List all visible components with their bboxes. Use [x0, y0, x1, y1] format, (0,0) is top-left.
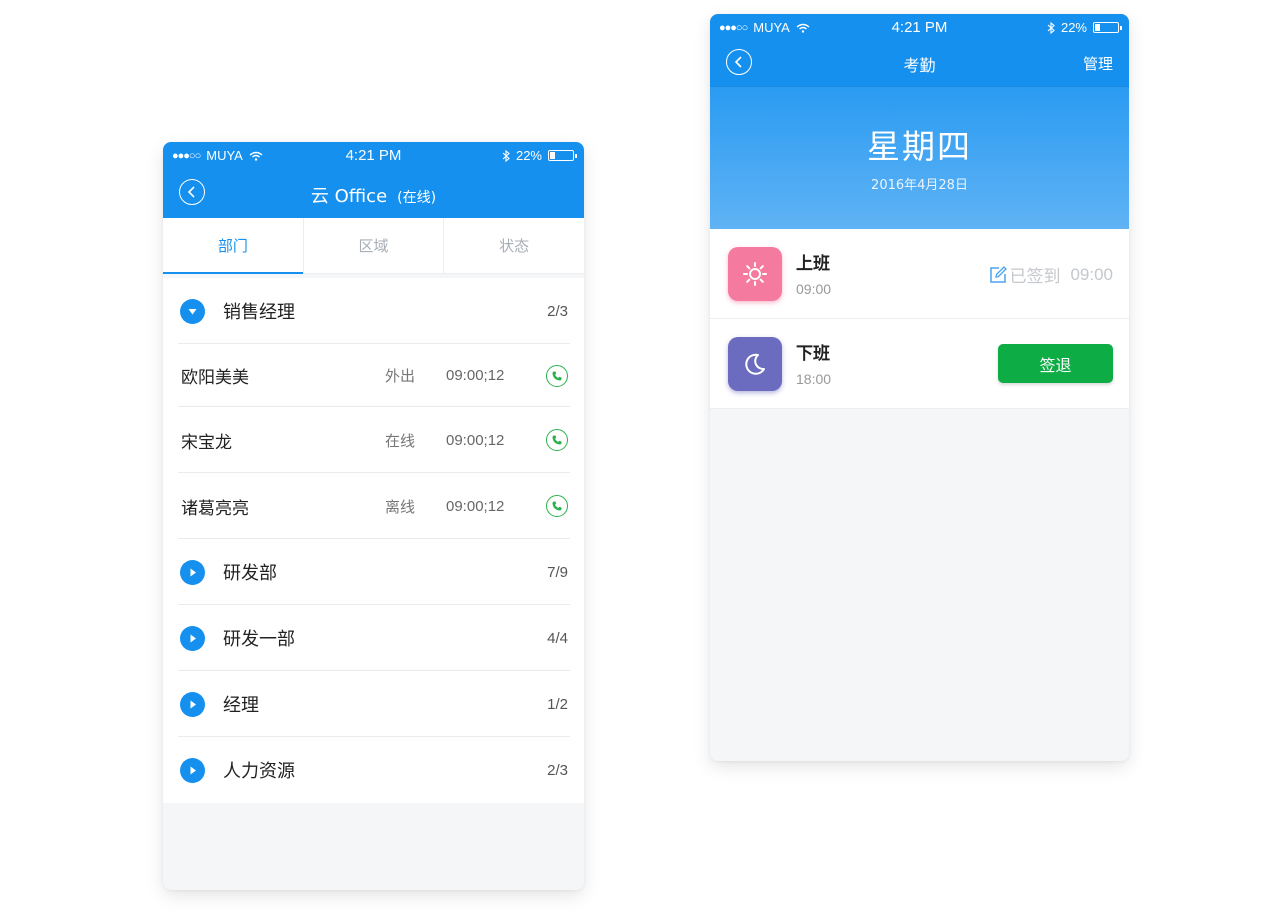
- member-name: 欧阳美美: [181, 368, 249, 388]
- title-status: (在线): [397, 190, 437, 206]
- department-name: 人力资源: [223, 761, 295, 782]
- member-row[interactable]: 宋宝龙 在线 09:00;12: [163, 407, 584, 473]
- expand-right-icon[interactable]: [180, 625, 205, 651]
- member-status: 离线: [385, 497, 416, 516]
- department-list: 销售经理 2/3 欧阳美美 外出 09:00;12 宋宝龙 在线 09:00;1…: [163, 278, 584, 803]
- edit-icon: [990, 265, 1008, 283]
- sun-icon: [728, 246, 782, 301]
- weekday-label: 星期四: [867, 127, 972, 166]
- page-title: 考勤: [903, 56, 936, 75]
- phone-icon: [552, 435, 562, 445]
- header-divider: [710, 86, 1129, 87]
- member-count: 7/9: [547, 563, 568, 581]
- expand-right-icon[interactable]: [180, 559, 205, 585]
- sign-out-button[interactable]: 签退: [998, 344, 1113, 383]
- call-button[interactable]: [546, 364, 568, 387]
- department-row[interactable]: 销售经理 2/3: [163, 278, 584, 344]
- expand-right-icon[interactable]: [180, 757, 205, 783]
- date-label: 2016年4月28日: [871, 178, 968, 193]
- battery-icon: [1093, 22, 1122, 33]
- on-duty-time: 09:00: [796, 281, 832, 297]
- member-time: 09:00;12: [446, 431, 505, 449]
- member-name: 诸葛亮亮: [181, 498, 249, 519]
- status-bar: ●●●○○ MUYA 4:21 PM 22%: [710, 14, 1129, 42]
- call-button[interactable]: [546, 429, 568, 451]
- call-button[interactable]: [546, 495, 568, 517]
- off-duty-time: 18:00: [796, 371, 832, 387]
- attendance-header: ●●●○○ MUYA 4:21 PM 22% 考勤 管理 星期四 2016年4月…: [710, 14, 1129, 229]
- attendance-list: 上班 09:00 已签到 09:00 下班 18:00 签退: [710, 229, 1129, 409]
- member-count: 2/3: [547, 302, 568, 320]
- department-name: 研发部: [223, 563, 277, 584]
- department-row[interactable]: 研发部 7/9: [163, 539, 584, 605]
- member-time: 09:00;12: [446, 497, 505, 515]
- member-name: 宋宝龙: [181, 432, 232, 453]
- off-duty-row: 下班 18:00 签退: [710, 319, 1129, 409]
- attendance-screen: ●●●○○ MUYA 4:21 PM 22% 考勤 管理 星期四 2016年4月…: [710, 14, 1129, 761]
- phone-icon: [552, 371, 562, 380]
- member-count: 1/2: [547, 695, 568, 713]
- battery-icon: [548, 150, 577, 161]
- page-title: 云 Office (在线): [163, 182, 584, 208]
- office-header: ●●●○○ MUYA 4:21 PM 22% 云 Office (在线): [163, 142, 584, 218]
- tab-status[interactable]: 状态: [444, 218, 584, 273]
- moon-icon: [728, 336, 782, 391]
- member-row[interactable]: 诸葛亮亮 离线 09:00;12: [163, 473, 584, 539]
- member-row[interactable]: 欧阳美美 外出 09:00;12: [163, 344, 584, 407]
- on-duty-label: 上班: [796, 254, 830, 274]
- tab-department[interactable]: 部门: [163, 218, 304, 274]
- member-count: 4/4: [547, 629, 568, 647]
- signed-in-label: 已签到: [1009, 267, 1061, 287]
- department-name: 销售经理: [223, 302, 295, 323]
- department-row[interactable]: 人力资源 2/3: [163, 737, 584, 803]
- member-status: 外出: [385, 367, 416, 385]
- member-count: 2/3: [547, 761, 568, 779]
- title-main: 云 Office: [310, 186, 388, 207]
- status-bar: ●●●○○ MUYA 4:21 PM 22%: [163, 142, 584, 170]
- bluetooth-icon: [1047, 21, 1055, 34]
- signed-in-status: 已签到 09:00: [989, 262, 1113, 287]
- tab-bar: 部门 区域 状态: [163, 218, 584, 274]
- office-screen: ●●●○○ MUYA 4:21 PM 22% 云 Office (在线) 部门 区…: [163, 142, 584, 890]
- off-duty-label: 下班: [796, 344, 830, 364]
- expand-right-icon[interactable]: [180, 691, 205, 717]
- member-time: 09:00;12: [446, 367, 505, 384]
- tab-region[interactable]: 区域: [304, 218, 445, 273]
- department-row[interactable]: 经理 1/2: [163, 671, 584, 737]
- department-name: 经理: [223, 695, 259, 716]
- phone-icon: [552, 501, 562, 511]
- bluetooth-icon: [502, 149, 510, 162]
- on-duty-row: 上班 09:00 已签到 09:00: [710, 229, 1129, 319]
- signed-in-time: 09:00: [1070, 264, 1113, 284]
- battery-percent: 22%: [1060, 20, 1087, 35]
- manage-button[interactable]: 管理: [1083, 53, 1113, 74]
- department-row[interactable]: 研发一部 4/4: [163, 605, 584, 671]
- member-status: 在线: [385, 431, 416, 450]
- department-name: 研发一部: [223, 629, 295, 650]
- expand-down-icon[interactable]: [180, 298, 205, 324]
- battery-percent: 22%: [515, 148, 542, 163]
